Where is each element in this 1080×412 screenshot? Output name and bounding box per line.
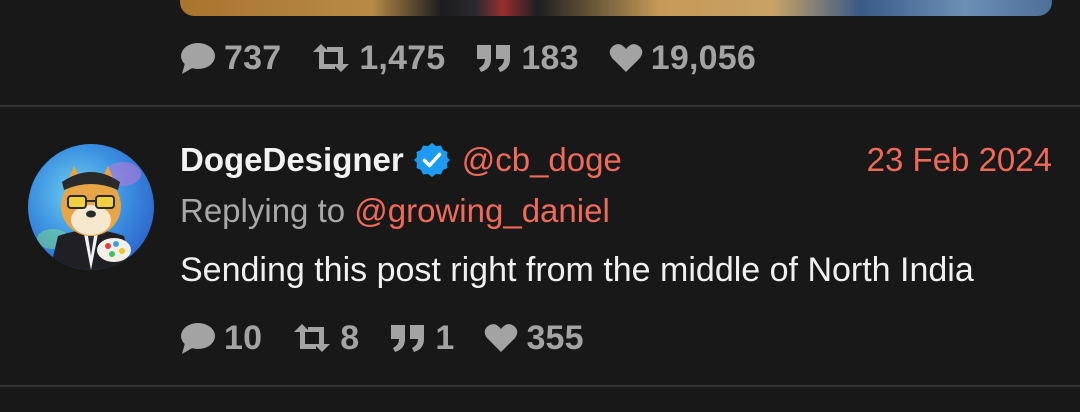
timeline: 737 1,475 183 19,056 DogeDesigner @cb_do… bbox=[0, 0, 1080, 412]
speech-bubble-icon bbox=[181, 323, 215, 354]
post-text: Sending this post right from the middle … bbox=[180, 251, 974, 289]
previous-post-stats: 737 1,475 183 19,056 bbox=[180, 38, 786, 78]
quote-icon bbox=[391, 325, 425, 352]
quote-count-button[interactable]: 1 bbox=[389, 319, 454, 358]
reply-count-button[interactable]: 737 bbox=[180, 39, 281, 78]
repost-icon bbox=[313, 44, 350, 72]
reply-count: 737 bbox=[224, 38, 282, 77]
speech-bubble-icon bbox=[181, 43, 215, 74]
previous-post-media[interactable] bbox=[180, 0, 1052, 16]
divider bbox=[0, 105, 1080, 107]
like-count-button[interactable]: 19,056 bbox=[609, 39, 756, 78]
quote-count: 1 bbox=[435, 318, 455, 357]
repost-count-button[interactable]: 1,475 bbox=[311, 39, 445, 78]
post-header: DogeDesigner @cb_doge 23 Feb 2024 bbox=[180, 138, 1052, 182]
reply-count: 10 bbox=[224, 318, 263, 357]
like-count: 355 bbox=[526, 318, 584, 357]
verified-badge-icon bbox=[413, 142, 450, 178]
author-name[interactable]: DogeDesigner bbox=[180, 141, 404, 179]
quote-count-button[interactable]: 183 bbox=[475, 38, 579, 78]
divider bbox=[0, 385, 1080, 387]
replying-to: Replying to @growing_daniel bbox=[180, 192, 610, 230]
heart-icon bbox=[609, 44, 643, 72]
repost-count: 8 bbox=[340, 318, 360, 357]
heart-icon bbox=[485, 324, 518, 352]
quote-icon bbox=[477, 45, 511, 72]
author-handle[interactable]: @cb_doge bbox=[462, 141, 622, 179]
reply-count-button[interactable]: 10 bbox=[180, 319, 262, 358]
post-date[interactable]: 23 Feb 2024 bbox=[867, 141, 1052, 179]
repost-count-button[interactable]: 8 bbox=[292, 319, 359, 358]
post-stats: 10 8 1 355 bbox=[180, 318, 614, 358]
like-count: 19,056 bbox=[650, 38, 756, 77]
repost-icon bbox=[294, 324, 331, 352]
repost-count: 1,475 bbox=[359, 38, 446, 77]
replying-to-handle[interactable]: @growing_daniel bbox=[354, 192, 610, 229]
avatar[interactable] bbox=[28, 144, 154, 270]
quote-count: 183 bbox=[521, 38, 579, 77]
replying-to-label: Replying to bbox=[180, 192, 346, 229]
like-count-button[interactable]: 355 bbox=[484, 318, 584, 358]
